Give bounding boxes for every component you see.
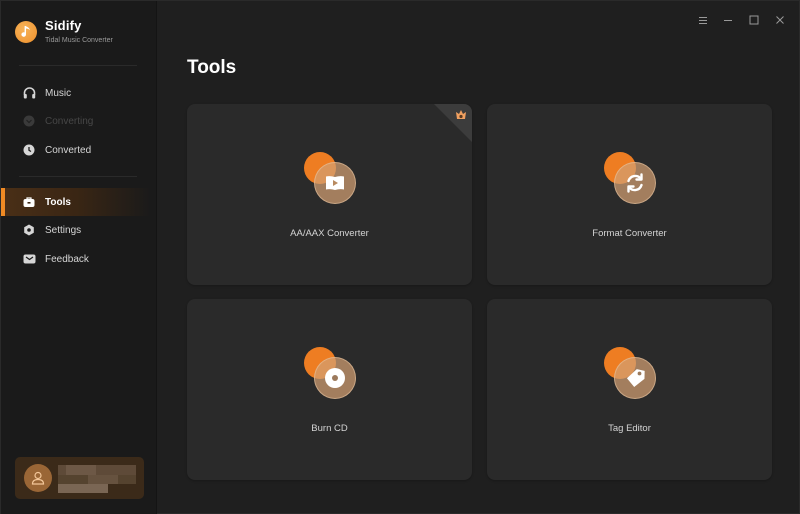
- sidebar-item-label: Music: [45, 87, 72, 99]
- close-icon[interactable]: [773, 13, 787, 27]
- gear-icon: [22, 223, 36, 237]
- sidebar-item-feedback[interactable]: Feedback: [1, 245, 151, 273]
- minimize-icon[interactable]: [721, 13, 735, 27]
- sidebar-item-label: Converting: [45, 115, 94, 127]
- sidebar-divider: [19, 65, 137, 66]
- sidebar-item-converted[interactable]: Converted: [1, 136, 151, 164]
- page-title: Tools: [187, 57, 237, 78]
- tool-label: AA/AAX Converter: [290, 228, 369, 239]
- tool-card-aax-converter[interactable]: AA/AAX Converter: [187, 104, 472, 285]
- sidebar-item-label: Feedback: [45, 253, 89, 265]
- converting-icon: [22, 114, 36, 128]
- sidebar-item-label: Tools: [45, 196, 71, 208]
- tool-card-format-converter[interactable]: Format Converter: [487, 104, 772, 285]
- app-window: Sidify Tidal Music Converter Music Conve…: [0, 0, 800, 514]
- clock-icon: [22, 143, 36, 157]
- sidebar-item-music[interactable]: Music: [1, 79, 151, 107]
- refresh-icon: [614, 162, 656, 204]
- audiobook-play-icon: [314, 162, 356, 204]
- brand: Sidify Tidal Music Converter: [15, 19, 113, 45]
- sidebar-divider: [19, 176, 137, 177]
- user-name-blurred: [58, 463, 136, 493]
- app-name: Sidify: [45, 18, 82, 33]
- app-logo-icon: [15, 21, 37, 43]
- premium-crown-icon: [454, 108, 468, 122]
- sidebar-item-label: Converted: [45, 144, 92, 156]
- tool-label: Tag Editor: [608, 423, 651, 434]
- user-account-card[interactable]: [15, 457, 144, 499]
- sidebar-item-converting[interactable]: Converting: [1, 107, 151, 135]
- tag-icon: [614, 357, 656, 399]
- sidebar-item-label: Settings: [45, 224, 82, 236]
- sidebar-item-tools[interactable]: Tools: [1, 188, 151, 216]
- tool-label: Format Converter: [592, 228, 667, 239]
- headphones-icon: [22, 86, 36, 100]
- menu-icon[interactable]: [696, 13, 710, 27]
- tool-card-burn-cd[interactable]: Burn CD: [187, 299, 472, 480]
- sidebar-item-settings[interactable]: Settings: [1, 216, 151, 244]
- disc-icon: [314, 357, 356, 399]
- tool-label: Burn CD: [311, 423, 348, 434]
- mail-icon: [22, 252, 36, 266]
- user-icon: [24, 464, 52, 492]
- maximize-icon[interactable]: [747, 13, 761, 27]
- tool-card-tag-editor[interactable]: Tag Editor: [487, 299, 772, 480]
- toolbox-icon: [22, 195, 36, 209]
- app-subtitle: Tidal Music Converter: [45, 37, 113, 44]
- sidebar: Sidify Tidal Music Converter Music Conve…: [1, 1, 157, 514]
